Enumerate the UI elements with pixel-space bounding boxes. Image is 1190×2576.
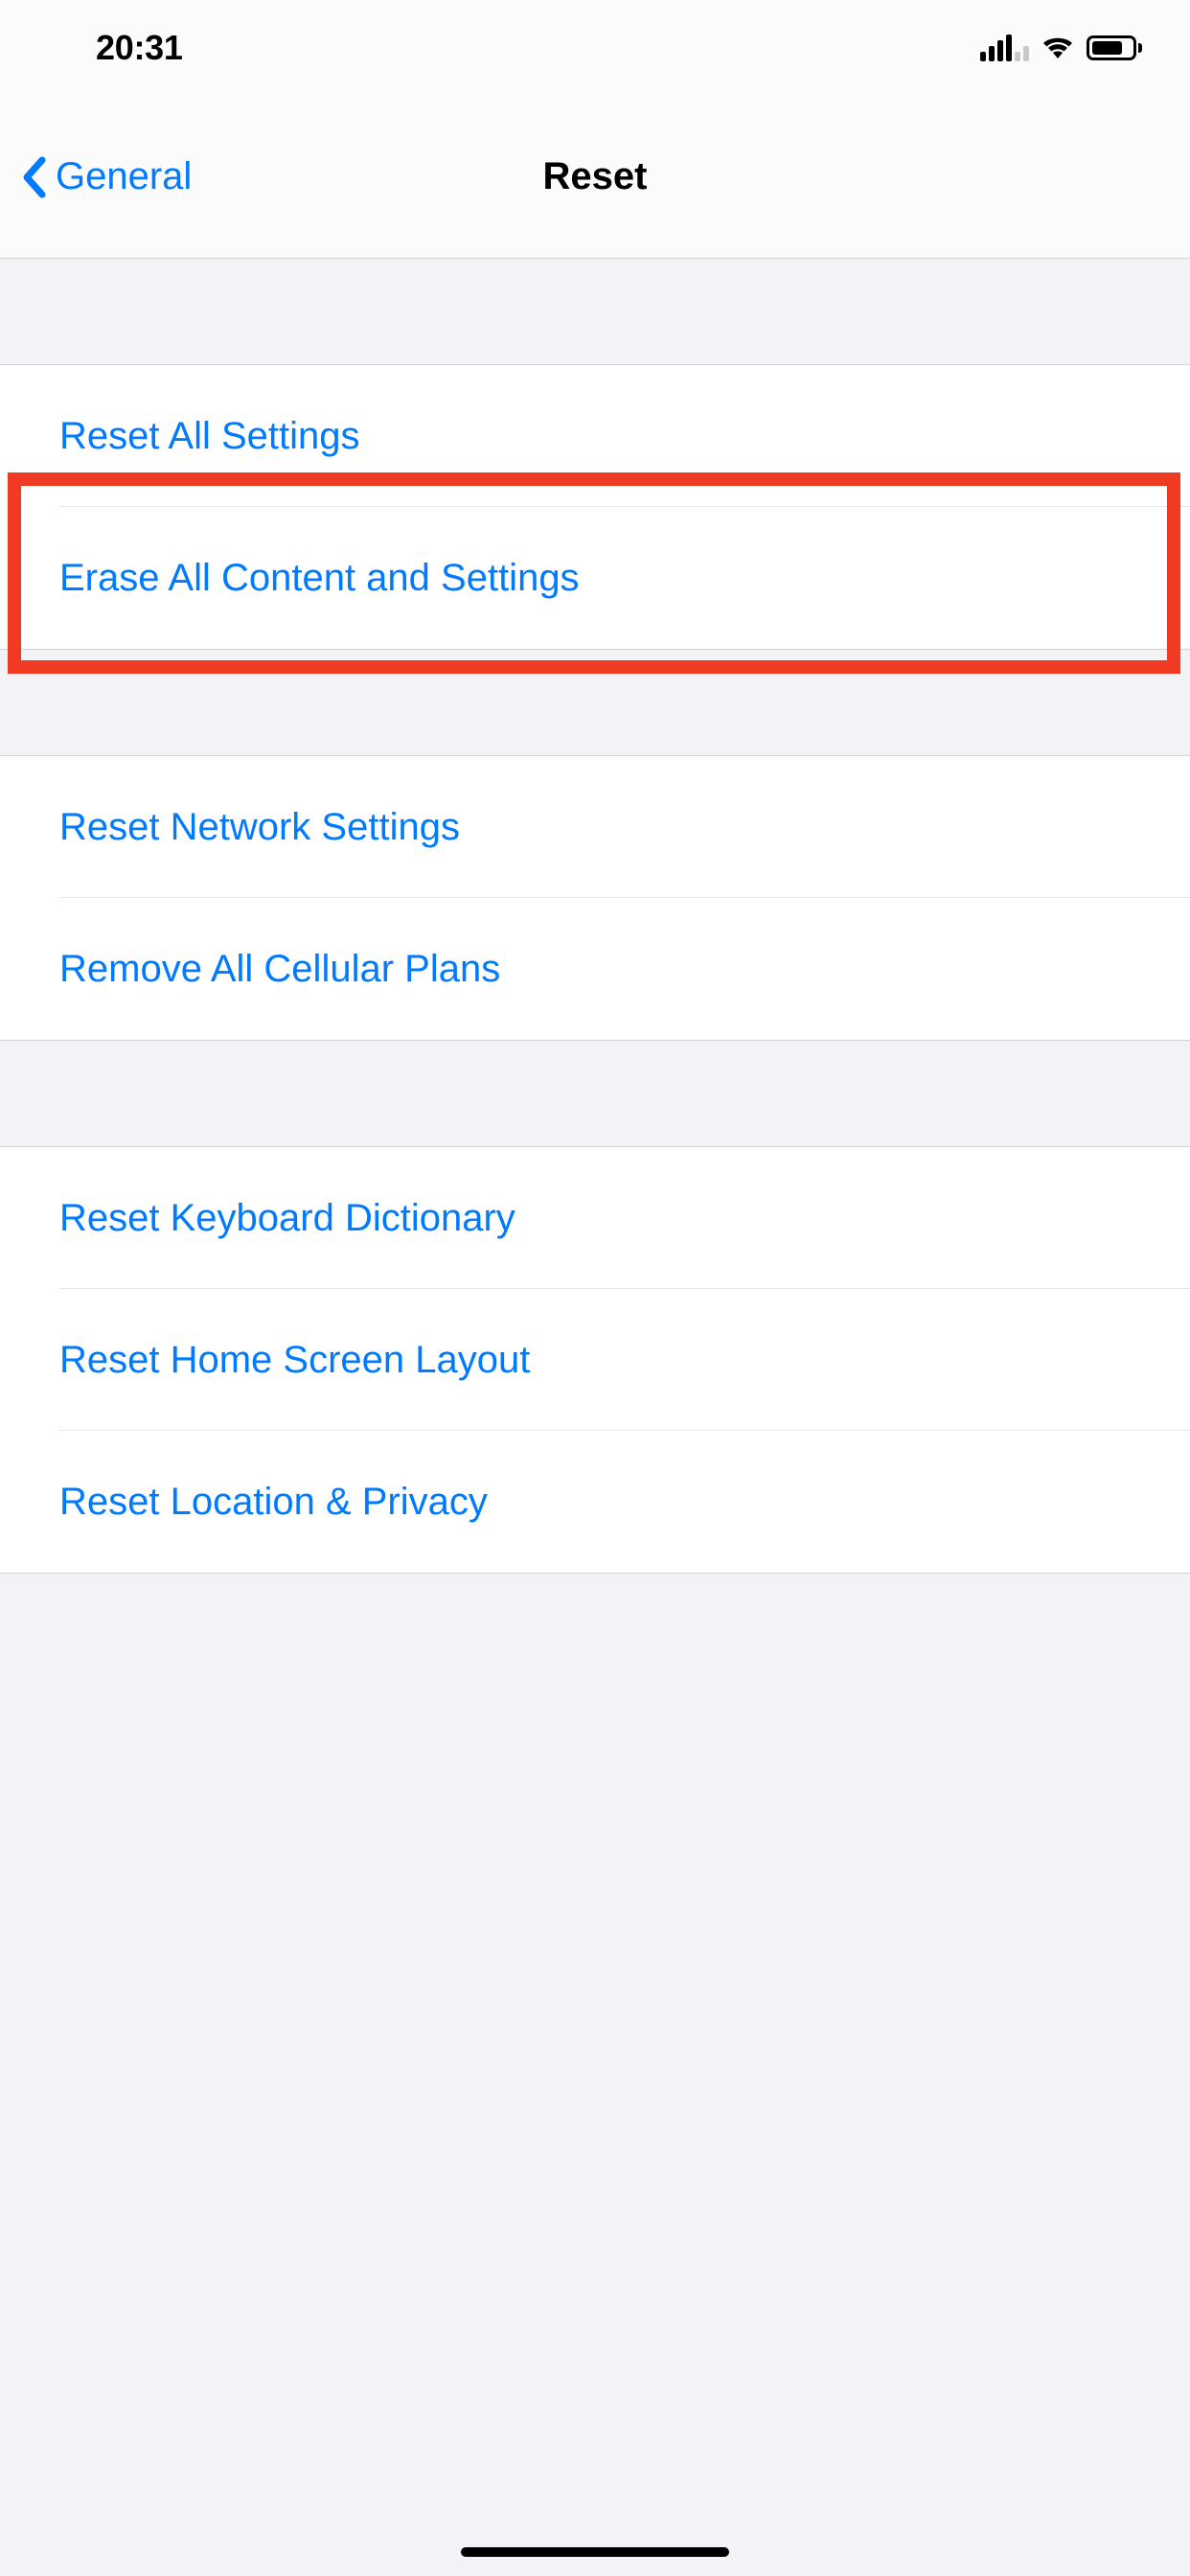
group-1: Reset All Settings Erase All Content and… <box>0 364 1190 650</box>
page-title: Reset <box>543 155 648 198</box>
chevron-left-icon <box>19 156 48 198</box>
status-time: 20:31 <box>96 28 183 68</box>
row-label: Reset Home Screen Layout <box>59 1339 530 1382</box>
row-label: Reset Network Settings <box>59 806 460 849</box>
row-reset-location-privacy[interactable]: Reset Location & Privacy <box>0 1431 1190 1573</box>
row-label: Erase All Content and Settings <box>59 557 580 600</box>
row-reset-home-screen[interactable]: Reset Home Screen Layout <box>0 1289 1190 1431</box>
row-reset-keyboard[interactable]: Reset Keyboard Dictionary <box>0 1147 1190 1289</box>
status-bar: 20:31 <box>0 0 1190 96</box>
back-button[interactable]: General <box>0 155 192 198</box>
row-reset-all-settings[interactable]: Reset All Settings <box>0 365 1190 507</box>
row-label: Reset All Settings <box>59 415 360 458</box>
row-remove-cellular[interactable]: Remove All Cellular Plans <box>0 898 1190 1040</box>
row-label: Reset Keyboard Dictionary <box>59 1197 515 1240</box>
home-indicator[interactable] <box>461 2547 729 2557</box>
row-label: Remove All Cellular Plans <box>59 948 500 991</box>
nav-bar: General Reset <box>0 96 1190 259</box>
wifi-icon <box>1041 35 1075 60</box>
settings-list: Reset All Settings Erase All Content and… <box>0 259 1190 1574</box>
cellular-signal-icon <box>980 34 1029 61</box>
group-3: Reset Keyboard Dictionary Reset Home Scr… <box>0 1146 1190 1574</box>
row-erase-all-content[interactable]: Erase All Content and Settings <box>0 507 1190 649</box>
status-right <box>980 34 1142 61</box>
group-2: Reset Network Settings Remove All Cellul… <box>0 755 1190 1041</box>
row-reset-network[interactable]: Reset Network Settings <box>0 756 1190 898</box>
battery-icon <box>1087 35 1142 60</box>
back-label: General <box>56 155 192 198</box>
row-label: Reset Location & Privacy <box>59 1481 488 1524</box>
